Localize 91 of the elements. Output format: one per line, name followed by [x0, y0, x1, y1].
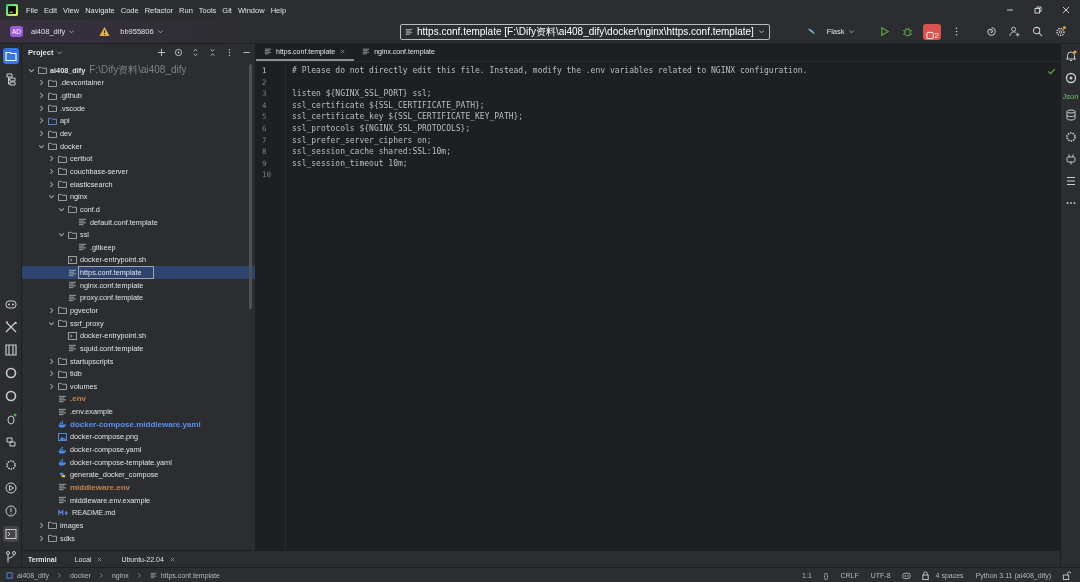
text-file-icon	[362, 48, 371, 55]
checkmark-icon	[1047, 67, 1056, 76]
close-icon[interactable]	[1061, 5, 1071, 15]
chevron-icon[interactable]	[38, 79, 45, 87]
caret-icon	[757, 28, 765, 35]
caret-icon	[56, 49, 64, 56]
text-file-icon	[78, 218, 87, 226]
text-file-icon	[68, 268, 77, 277]
code-line: ssl_certificate ${SSL_CERTIFICATE_PATH};	[292, 99, 486, 112]
text-file-icon	[58, 483, 67, 492]
file-name: middleware.env	[70, 482, 131, 492]
expand-icon[interactable]	[191, 48, 200, 57]
text-file-icon	[68, 281, 77, 290]
chevron-icon[interactable]	[48, 167, 55, 175]
markdown-icon	[58, 508, 69, 517]
text-file-icon	[68, 344, 77, 353]
columns-icon[interactable]	[2, 342, 19, 358]
collapse-icon[interactable]	[208, 48, 217, 57]
add-user-icon[interactable]	[1009, 26, 1020, 37]
chevron-icon[interactable]	[48, 319, 55, 327]
chevron-icon[interactable]	[38, 117, 45, 125]
tree-item[interactable]: middleware.env	[22, 481, 255, 494]
chevron-icon[interactable]	[48, 180, 55, 188]
text-file-icon	[68, 293, 77, 302]
code-line: ssl_session_cache shared:SSL:10m;	[292, 146, 452, 158]
chevron-icon[interactable]	[48, 382, 55, 390]
chevron-icon[interactable]	[28, 66, 35, 74]
target-icon[interactable]	[174, 48, 183, 57]
file-name: .env	[70, 394, 86, 404]
code-line: ssl_prefer_server_ciphers on;	[292, 134, 433, 147]
whale-icon	[58, 458, 67, 467]
chevron-icon[interactable]	[48, 357, 55, 365]
caret-icon	[156, 28, 164, 35]
scrollbar[interactable]	[249, 64, 252, 309]
whale-icon	[58, 445, 67, 454]
chevron-icon[interactable]	[48, 193, 55, 201]
code-line: ssl_protocols ${NGINX_SSL_PROTOCOLS};	[292, 122, 472, 135]
terminal-file-icon	[68, 255, 77, 264]
text-file-icon	[58, 496, 67, 505]
warning-icon	[99, 26, 111, 37]
chevron-icon	[98, 571, 104, 579]
whale-icon	[58, 420, 67, 429]
text-file-icon	[149, 571, 157, 579]
chevron-icon[interactable]	[58, 231, 65, 239]
module-icon	[6, 571, 13, 579]
warning-icon[interactable]	[2, 503, 19, 519]
chevron-icon[interactable]	[38, 142, 45, 150]
terminal-icon[interactable]	[2, 526, 19, 542]
file-name: docker-compose.middleware.yaml	[70, 419, 201, 429]
text-file-icon	[58, 407, 67, 416]
folder-icon[interactable]	[2, 48, 19, 64]
caret-icon	[68, 28, 76, 35]
restore-icon[interactable]	[1033, 5, 1043, 15]
text-file-icon	[264, 48, 272, 55]
play-icon[interactable]	[2, 480, 19, 496]
tree-item[interactable]: docker-compose.middleware.yaml	[22, 417, 255, 431]
chevron-icon[interactable]	[48, 370, 55, 378]
text-file-icon	[58, 394, 67, 403]
chevron-icon[interactable]	[58, 205, 65, 213]
chevron-icon[interactable]	[38, 521, 45, 529]
code-line: # Please do not directly edit this file. Instead, modify the .env variables related to NGINX configuration.	[292, 65, 808, 77]
tree-item[interactable]: .env	[22, 392, 255, 406]
code-line: ssl_session_timeout 10m;	[292, 157, 409, 170]
image-file-icon	[58, 432, 67, 441]
lock-icon	[920, 570, 930, 580]
unlocked-icon[interactable]	[1062, 570, 1071, 580]
code-line: listen ${NGINX_SSL_PORT} ssl;	[292, 88, 433, 100]
chevron-icon[interactable]	[38, 104, 45, 112]
chevron-icon[interactable]	[38, 130, 45, 137]
chevron-icon	[56, 571, 62, 579]
chevron-icon[interactable]	[38, 534, 45, 542]
chevron-icon[interactable]	[38, 92, 45, 100]
app-logo-icon[interactable]	[6, 4, 18, 16]
code-line: ssl_certificate_key ${SSL_CERTIFICATE_KEY_PATH};	[292, 111, 525, 123]
search-icon[interactable]	[1032, 26, 1043, 37]
chevron-icon[interactable]	[48, 155, 55, 163]
chevron-icon[interactable]	[48, 307, 55, 314]
settings-icon[interactable]	[1055, 26, 1066, 37]
stop-icon	[925, 30, 935, 40]
copilot-icon[interactable]	[901, 570, 911, 580]
add-icon[interactable]	[157, 48, 166, 57]
search-field[interactable]: https.conf.template [F:\Dify资料\ai408_dify\docker\nginx\https.conf.template]	[400, 23, 770, 40]
list-icon	[405, 27, 413, 36]
run-icon[interactable]	[878, 26, 890, 37]
close-icon[interactable]	[339, 48, 347, 55]
text-file-icon	[78, 243, 87, 252]
caret-icon	[847, 28, 855, 35]
chevron-icon	[136, 571, 142, 579]
terminal-file-icon	[68, 331, 77, 340]
stop-button[interactable]: 2	[922, 23, 941, 40]
folder-icon	[68, 230, 77, 239]
